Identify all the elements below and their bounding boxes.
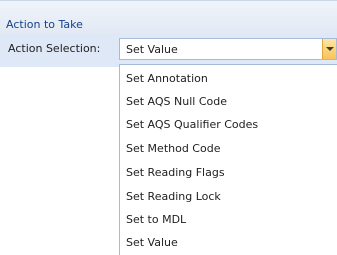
action-selection-combobox[interactable]: Set Value [119,38,337,60]
dropdown-item-set-value[interactable]: Set Value [120,231,337,254]
action-dropdown-list: Set Annotation Set AQS Null Code Set AQS… [119,64,337,255]
action-selection-row: Action Selection: Set Value [0,33,337,67]
dropdown-item-set-aqs-qualifier-codes[interactable]: Set AQS Qualifier Codes [120,113,337,136]
action-selection-value: Set Value [126,43,178,56]
dropdown-item-label: Set to MDL [126,213,187,226]
group-title: Action to Take [6,18,83,31]
action-selection-label: Action Selection: [8,42,101,55]
dropdown-item-label: Set AQS Null Code [126,95,227,108]
dropdown-item-label: Set Annotation [126,72,208,85]
dropdown-item-label: Set AQS Qualifier Codes [126,118,259,131]
dropdown-item-label: Set Value [126,236,178,249]
chevron-down-icon [326,47,334,51]
dropdown-item-label: Set Reading Flags [126,166,225,179]
group-header: Action to Take [0,0,337,33]
action-panel: Action to Take Action Selection: Set Val… [0,0,337,255]
dropdown-item-set-annotation[interactable]: Set Annotation [120,67,337,90]
dropdown-item-label: Set Method Code [126,142,221,155]
dropdown-item-set-method-code[interactable]: Set Method Code [120,137,337,160]
dropdown-item-set-aqs-null-code[interactable]: Set AQS Null Code [120,90,337,113]
dropdown-item-set-reading-lock[interactable]: Set Reading Lock [120,185,337,208]
dropdown-item-set-reading-flags[interactable]: Set Reading Flags [120,161,337,184]
dropdown-button[interactable] [322,39,336,59]
dropdown-item-label: Set Reading Lock [126,190,221,203]
dropdown-item-set-to-mdl[interactable]: Set to MDL [120,208,337,231]
